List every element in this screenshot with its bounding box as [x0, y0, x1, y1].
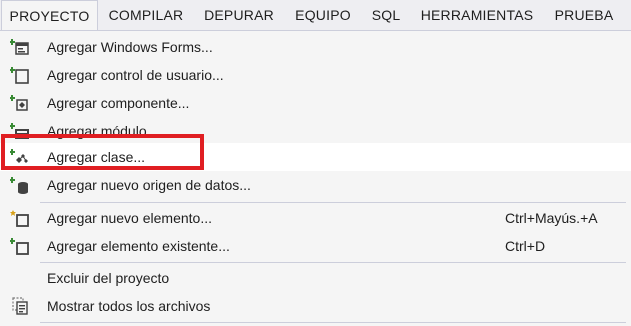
- menu-item-show-all-files[interactable]: Mostrar todos los archivos: [0, 292, 631, 320]
- project-menu-dropdown: Agregar Windows Forms... Agregar control…: [0, 30, 631, 326]
- menu-item-add-existing-item[interactable]: Agregar elemento existente... Ctrl+D: [0, 232, 631, 260]
- menu-item-add-new-item[interactable]: Agregar nuevo elemento... Ctrl+Mayús.+A: [0, 204, 631, 232]
- menu-separator: [40, 322, 626, 323]
- menu-item-label: Agregar elemento existente...: [47, 238, 230, 254]
- menu-item-label: Agregar componente...: [47, 95, 190, 111]
- menu-item-add-windows-forms[interactable]: Agregar Windows Forms...: [0, 33, 631, 61]
- menu-item-shortcut: Ctrl+D: [505, 238, 546, 254]
- menu-separator: [40, 262, 626, 263]
- menu-item-add-user-control[interactable]: Agregar control de usuario...: [0, 61, 631, 89]
- menu-item-add-component[interactable]: Agregar componente...: [0, 89, 631, 117]
- menu-item-label: Agregar nuevo elemento...: [47, 210, 212, 226]
- menu-item-label: Agregar control de usuario...: [47, 67, 224, 83]
- menu-item-label: Excluir del proyecto: [47, 270, 170, 286]
- menu-compilar[interactable]: COMPILAR: [101, 0, 191, 30]
- menu-depurar[interactable]: DEPURAR: [196, 0, 282, 30]
- menu-item-label: Agregar Windows Forms...: [47, 39, 213, 55]
- menu-item-shortcut: Ctrl+Mayús.+A: [505, 210, 598, 226]
- menu-sql[interactable]: SQL: [364, 0, 408, 30]
- menu-prueba[interactable]: PRUEBA: [548, 0, 620, 30]
- menu-item-exclude-from-project[interactable]: Excluir del proyecto: [0, 264, 631, 292]
- menu-item-add-data-source[interactable]: Agregar nuevo origen de datos...: [0, 171, 631, 199]
- menu-proyecto[interactable]: PROYECTO: [1, 0, 98, 31]
- show-all-files-icon: [12, 297, 28, 315]
- new-item-icon: [10, 210, 29, 227]
- data-source-icon: [10, 177, 28, 194]
- menu-bar: PROYECTO COMPILAR DEPURAR EQUIPO SQL HER…: [0, 0, 631, 31]
- menu-item-label: Agregar nuevo origen de datos...: [47, 177, 251, 193]
- menu-herramientas[interactable]: HERRAMIENTAS: [413, 0, 541, 30]
- user-control-icon: [10, 67, 29, 84]
- existing-item-icon: [10, 238, 29, 255]
- component-icon: [10, 95, 28, 111]
- windows-form-icon: [10, 39, 29, 55]
- highlight-annotation: [1, 134, 204, 170]
- menu-equipo[interactable]: EQUIPO: [288, 0, 358, 30]
- menu-separator: [40, 202, 626, 203]
- menu-item-label: Mostrar todos los archivos: [47, 298, 211, 314]
